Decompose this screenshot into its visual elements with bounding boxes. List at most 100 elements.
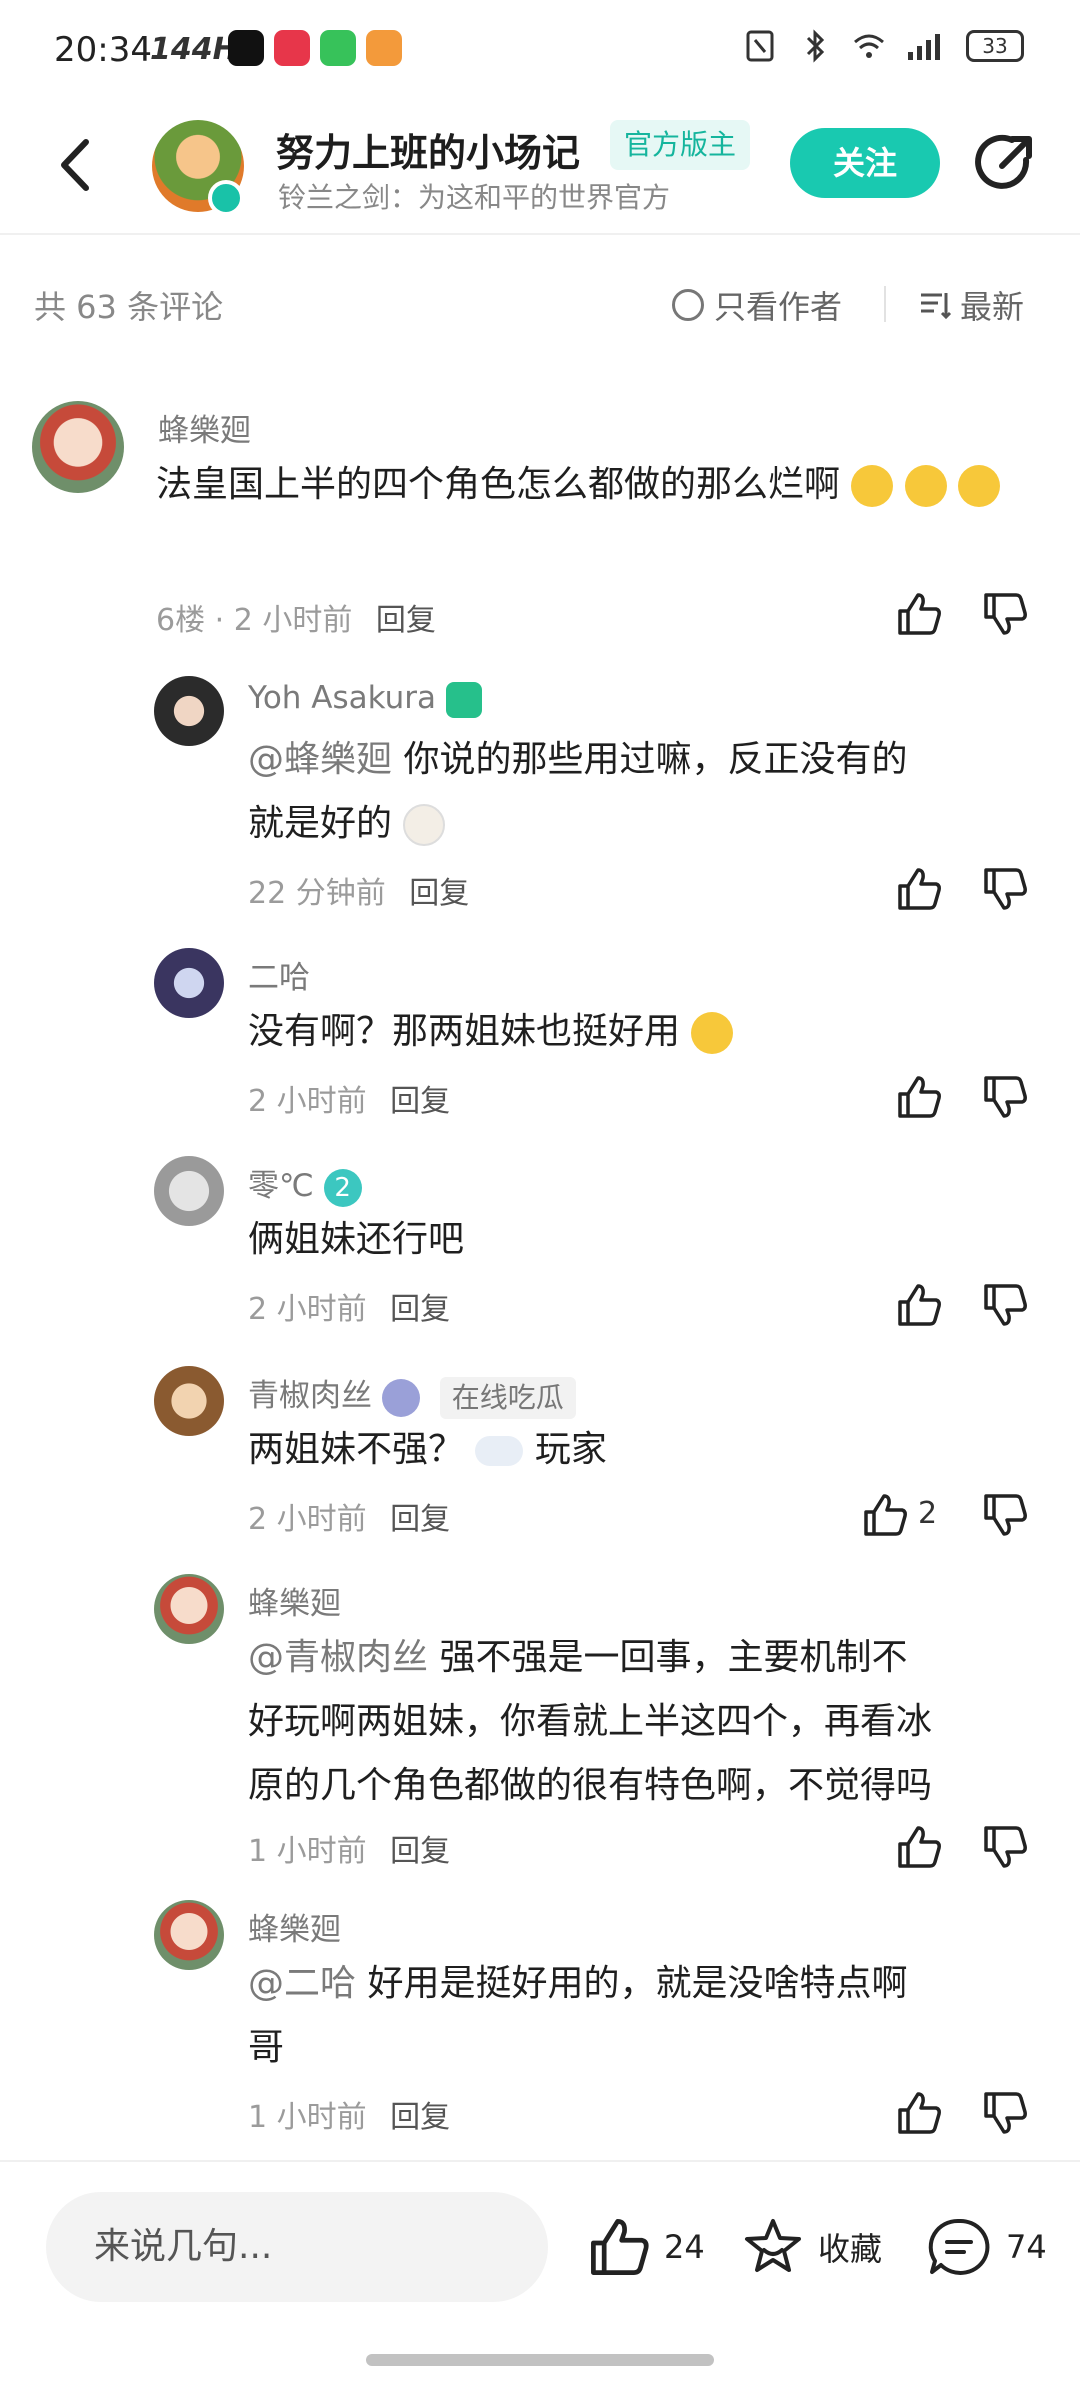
comment-author[interactable]: 青椒肉丝	[248, 1378, 372, 1414]
dislike-icon[interactable]	[982, 1492, 1028, 1538]
comment-body-line2: 就是好的	[248, 803, 393, 844]
dislike-icon[interactable]	[982, 2090, 1028, 2136]
comment-author[interactable]: Yoh Asakura	[248, 680, 436, 716]
comment-author[interactable]: 蜂樂廻	[248, 1904, 341, 1949]
floor-label: 6楼	[156, 603, 206, 638]
dislike-icon[interactable]	[982, 1824, 1028, 1870]
reply-button[interactable]: 回复	[390, 1084, 450, 1119]
only-author-label: 只看作者	[714, 288, 843, 326]
divider	[884, 286, 886, 322]
avatar[interactable]	[154, 1156, 224, 1226]
comment-input[interactable]: 来说几句...	[46, 2192, 548, 2302]
comment-text: 两姐妹不强？ 玩家	[248, 1418, 1028, 1482]
comment-body-before: 两姐妹不强？	[248, 1429, 465, 1470]
like-icon[interactable]	[896, 1074, 942, 1120]
comment-meta: 1 小时前 回复	[248, 1826, 450, 1870]
comment-body-line2: 好玩啊两姐妹，你看就上半这四个，再看冰	[248, 1701, 933, 1742]
reply-button[interactable]: 回复	[390, 2100, 450, 2135]
laughing-emoji-icon	[851, 465, 894, 507]
comment-bubble-icon	[928, 2218, 990, 2275]
avatar[interactable]	[154, 1366, 224, 1436]
dislike-icon[interactable]	[982, 866, 1028, 912]
comment-time: 2 小时前	[248, 1084, 367, 1119]
mention[interactable]: @蜂樂廻	[248, 739, 392, 780]
comment-body-line3: 原的几个角色都做的很有特色啊，不觉得吗	[248, 1765, 933, 1806]
comment-text: @二哈 好用是挺好用的，就是没啥特点啊 哥	[248, 1952, 1028, 2080]
comment-meta: 2 小时前 回复	[248, 1494, 450, 1538]
sort-button[interactable]: 最新	[918, 282, 1024, 328]
comment-time: 2 小时前	[248, 1502, 367, 1537]
avatar[interactable]	[154, 1574, 224, 1644]
comment-time: 1 小时前	[248, 1834, 367, 1869]
comment-author[interactable]: 蜂樂廻	[158, 405, 251, 450]
like-icon[interactable]	[896, 1282, 942, 1328]
home-indicator[interactable]	[366, 2354, 714, 2366]
reply-button[interactable]: 回复	[409, 876, 469, 911]
reply-button[interactable]: 回复	[390, 1502, 450, 1537]
comment-author[interactable]: 零℃	[248, 1168, 314, 1204]
meta-dot: ·	[214, 603, 234, 638]
cloud-emoji-icon	[475, 1436, 524, 1466]
mention[interactable]: @二哈	[248, 1963, 356, 2004]
comment-author[interactable]: 二哈	[248, 952, 310, 997]
comment-time: 2 小时前	[248, 1292, 367, 1327]
favorite-label: 收藏	[818, 2230, 883, 2268]
reply-item: 二哈 没有啊？那两姐妹也挺好用 2 小时前 回复	[0, 942, 1080, 1142]
comment-text: @蜂樂廻 你说的那些用过嘛，反正没有的 就是好的	[248, 728, 1028, 856]
tiktok-icon	[228, 30, 264, 66]
sort-label: 最新	[960, 288, 1025, 326]
like-icon[interactable]	[896, 866, 942, 912]
post-header: 努力上班的小场记 官方版主 铃兰之剑：为这和平的世界官方 关注	[0, 100, 1080, 235]
post-like-button[interactable]: 24	[588, 2216, 705, 2278]
comment-body: 俩姐妹还行吧	[248, 1219, 465, 1260]
moderator-badge: 官方版主	[610, 120, 751, 170]
status-time: 20:34	[54, 30, 152, 70]
dislike-icon[interactable]	[982, 591, 1028, 637]
reply-button[interactable]: 回复	[376, 603, 436, 638]
like-icon[interactable]	[896, 2090, 942, 2136]
battery-indicator: 33	[966, 30, 1024, 62]
like-icon	[591, 2219, 649, 2275]
back-button[interactable]	[50, 130, 100, 200]
reply-button[interactable]: 回复	[390, 1834, 450, 1869]
reply-item: 蜂樂廻 @青椒肉丝 强不强是一回事，主要机制不 好玩啊两姐妹，你看就上半这四个，…	[0, 1568, 1080, 1870]
status-bar: 20:34 144Hz 33	[0, 0, 1080, 100]
like-icon[interactable]	[862, 1492, 908, 1538]
notification-icons	[228, 30, 402, 66]
wifi-icon	[854, 34, 884, 58]
comment-body-line1: 强不强是一回事，主要机制不	[439, 1637, 908, 1678]
sunglasses-emoji-icon	[691, 1012, 734, 1054]
dislike-icon[interactable]	[982, 1074, 1028, 1120]
avatar[interactable]	[154, 676, 224, 746]
reply-item: 零℃ 2 俩姐妹还行吧 2 小时前 回复	[0, 1150, 1080, 1350]
avatar[interactable]	[32, 401, 124, 493]
like-icon[interactable]	[896, 1824, 942, 1870]
only-author-toggle[interactable]: 只看作者	[672, 282, 842, 328]
dog-emoji-icon	[403, 804, 446, 846]
favorite-button[interactable]: 收藏	[742, 2216, 882, 2278]
share-icon[interactable]	[972, 130, 1038, 196]
avatar[interactable]	[154, 1900, 224, 1970]
comment-count: 共 63 条评论	[34, 288, 224, 326]
xiaohongshu-icon	[274, 30, 310, 66]
mention[interactable]: @青椒肉丝	[248, 1637, 428, 1678]
avatar[interactable]	[154, 948, 224, 1018]
comment-body: 没有啊？那两姐妹也挺好用	[248, 1011, 681, 1052]
comments-button[interactable]: 74	[926, 2216, 1047, 2278]
reply-button[interactable]: 回复	[390, 1292, 450, 1327]
star-icon	[745, 2219, 801, 2272]
follow-button[interactable]: 关注	[790, 128, 940, 198]
comment-time: 2 小时前	[233, 603, 353, 638]
messages-icon	[320, 30, 356, 66]
comment-time: 22 分钟前	[248, 876, 386, 911]
bottom-action-bar: 来说几句... 24 收藏 74	[0, 2160, 1080, 2387]
radio-icon	[672, 289, 704, 321]
like-icon[interactable]	[896, 591, 942, 637]
comment-text: 俩姐妹还行吧	[248, 1208, 1028, 1272]
dislike-icon[interactable]	[982, 1282, 1028, 1328]
verified-icon	[208, 180, 244, 216]
author-name[interactable]: 努力上班的小场记	[276, 122, 580, 177]
reply-item: 蜂樂廻 @二哈 好用是挺好用的，就是没啥特点啊 哥 1 小时前 回复	[0, 1894, 1080, 2144]
comment-author[interactable]: 蜂樂廻	[248, 1578, 341, 1623]
author-subtitle: 铃兰之剑：为这和平的世界官方	[278, 181, 671, 214]
